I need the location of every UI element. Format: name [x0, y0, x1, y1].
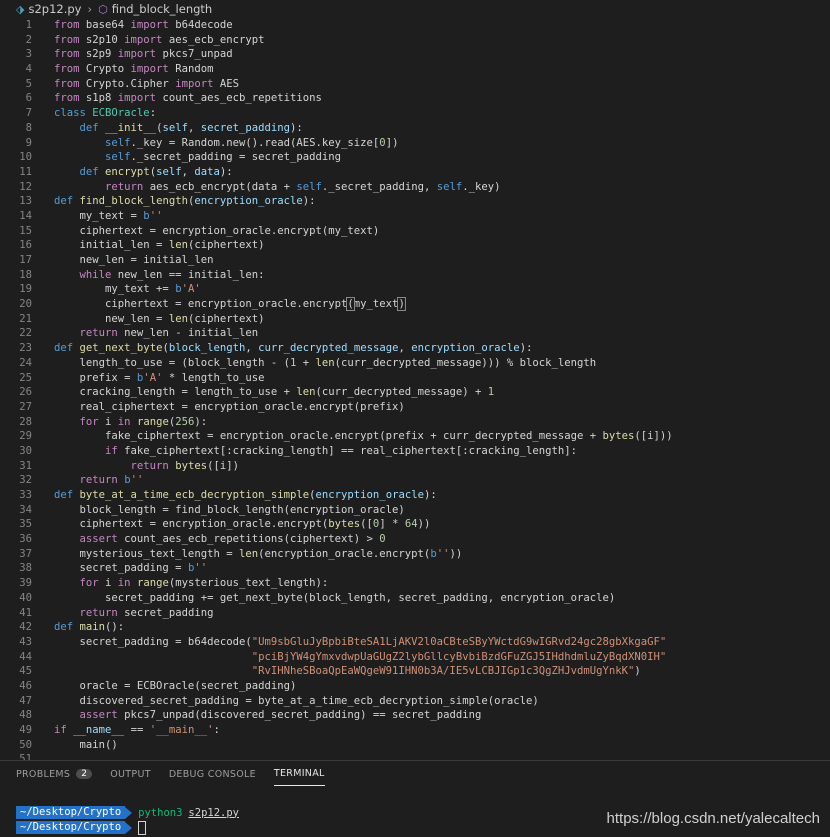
- code-line: 43 secret_padding = b64decode("Um9sbGluJ…: [19, 635, 667, 648]
- code-line: 14 my_text = b'': [19, 209, 163, 222]
- code-line: 34 block_length = find_block_length(encr…: [19, 503, 405, 516]
- code-line: 23 def get_next_byte(block_length, curr_d…: [19, 342, 533, 355]
- tab-debug-console[interactable]: DEBUG CONSOLE: [169, 763, 256, 786]
- terminal-prompt: ~/Desktop/Crypto: [16, 821, 126, 834]
- code-line: 31 return bytes([i]): [19, 459, 239, 472]
- code-line: 15 ciphertext = encryption_oracle.encryp…: [19, 224, 380, 237]
- terminal-line: ~/Desktop/Crypto python3 s2p12.py: [16, 805, 239, 820]
- code-line: 22 return new_len - initial_len: [19, 327, 259, 340]
- code-line: 20 ciphertext = encryption_oracle.encryp…: [19, 297, 406, 312]
- python-file-icon: ⬗: [16, 2, 25, 16]
- code-line: 6 from s1p8 import count_aes_ecb_repetiti…: [25, 92, 322, 105]
- code-line: 44 "pciBjYW4gYmxvdwpUaGUgZ2lybGllcyBvbiB…: [19, 650, 667, 663]
- code-line: 48 assert pkcs7_unpad(discovered_secret_…: [19, 709, 482, 722]
- code-line: 1 from base64 import b64decode: [25, 19, 233, 31]
- terminal-prompt: ~/Desktop/Crypto: [16, 806, 126, 819]
- code-line: 7 class ECBOracle:: [25, 107, 157, 120]
- terminal-cursor: [138, 820, 147, 835]
- code-line: 33 def byte_at_a_time_ecb_decryption_simp…: [19, 489, 437, 501]
- tab-problems[interactable]: PROBLEMS 2: [16, 763, 93, 786]
- code-line: 12 return aes_ecb_encrypt(data + self._s…: [19, 180, 501, 193]
- panel-tabs: PROBLEMS 2 OUTPUT DEBUG CONSOLE TERMINAL: [0, 761, 830, 787]
- chevron-right-icon: ›: [87, 2, 93, 16]
- code-line: 45 "RvIHNheSBoaQpEaWQgeW91IHN0b3A/IE5vLC…: [19, 665, 641, 678]
- terminal-command: python3: [138, 806, 183, 819]
- code-line: 19 my_text += b'A': [19, 283, 201, 296]
- code-line: 27 real_ciphertext = encryption_oracle.e…: [19, 400, 405, 413]
- code-line: 50 main(): [19, 738, 118, 751]
- code-line: 25 prefix = b'A' * length_to_use: [19, 371, 265, 384]
- code-line: 36 assert count_aes_ecb_repetitions(ciph…: [19, 533, 386, 546]
- code-line: 42 def main():: [19, 621, 125, 634]
- problems-count-badge: 2: [76, 769, 93, 779]
- code-line: 39 for i in range(mysterious_text_length…: [19, 577, 329, 590]
- terminal-argument: s2p12.py: [188, 806, 239, 819]
- code-line: 4 from Crypto import Random: [25, 63, 214, 76]
- code-line: 30 if fake_ciphertext[:cracking_length] …: [19, 444, 578, 457]
- code-line: 3 from s2p9 import pkcs7_unpad: [25, 48, 233, 61]
- code-line: 8 def __init__(self, secret_padding):: [25, 121, 303, 134]
- code-line: 29 fake_ciphertext = encryption_oracle.e…: [19, 430, 673, 443]
- code-line: 49 if __name__ == '__main__':: [19, 724, 220, 736]
- code-line: 18 while new_len == initial_len:: [19, 268, 265, 281]
- code-editor[interactable]: 1 from base64 import b64decode 2 from s2p1…: [0, 18, 830, 760]
- function-cube-icon: ⬡: [98, 2, 108, 16]
- code-line: 11 def encrypt(self, data):: [19, 165, 233, 178]
- code-line: 28 for i in range(256):: [19, 415, 208, 428]
- breadcrumb: ⬗ s2p12.py › ⬡ find_block_length: [0, 0, 830, 18]
- code-line: 17 new_len = initial_len: [19, 254, 214, 266]
- code-line: 37 mysterious_text_length = len(encrypti…: [19, 547, 463, 560]
- code-line: 26 cracking_length = length_to_use + len…: [19, 386, 495, 399]
- code-line: 51: [19, 753, 32, 760]
- code-line: 24 length_to_use = (block_length - (1 + …: [19, 356, 597, 369]
- terminal-line: ~/Desktop/Crypto: [16, 820, 239, 835]
- code-line: 46 oracle = ECBOracle(secret_padding): [19, 679, 297, 692]
- code-line: 16 initial_len = len(ciphertext): [19, 239, 265, 252]
- tab-output[interactable]: OUTPUT: [110, 763, 151, 786]
- code-line: 41 return secret_padding: [19, 606, 214, 619]
- code-line: 5 from Crypto.Cipher import AES: [25, 77, 239, 90]
- prompt-arrow-icon: [125, 821, 133, 834]
- breadcrumb-file[interactable]: s2p12.py: [28, 2, 81, 16]
- code-line: 38 secret_padding = b'': [19, 562, 208, 575]
- watermark: https://blog.csdn.net/yalecaltech: [606, 810, 820, 827]
- code-line: 35 ciphertext = encryption_oracle.encryp…: [19, 518, 431, 531]
- code-line: 40 secret_padding += get_next_byte(block…: [19, 591, 616, 604]
- bottom-panel: PROBLEMS 2 OUTPUT DEBUG CONSOLE TERMINAL …: [0, 760, 830, 837]
- tab-terminal[interactable]: TERMINAL: [273, 762, 325, 786]
- code-line: 47 discovered_secret_padding = byte_at_a…: [19, 694, 539, 707]
- code-line: 2 from s2p10 import aes_ecb_encrypt: [25, 33, 265, 46]
- terminal[interactable]: ~/Desktop/Crypto python3 s2p12.py ~/Desk…: [16, 805, 239, 835]
- prompt-arrow-icon: [125, 806, 133, 819]
- breadcrumb-symbol[interactable]: find_block_length: [112, 2, 213, 16]
- code-line: 32 return b'': [19, 474, 144, 487]
- code-line: 9 self._key = Random.new().read(AES.key_…: [25, 136, 399, 149]
- code-line: 21 new_len = len(ciphertext): [19, 312, 265, 325]
- code-line: 13 def find_block_length(encryption_oracl…: [19, 195, 316, 208]
- code-line: 10 self._secret_padding = secret_padding: [19, 151, 342, 164]
